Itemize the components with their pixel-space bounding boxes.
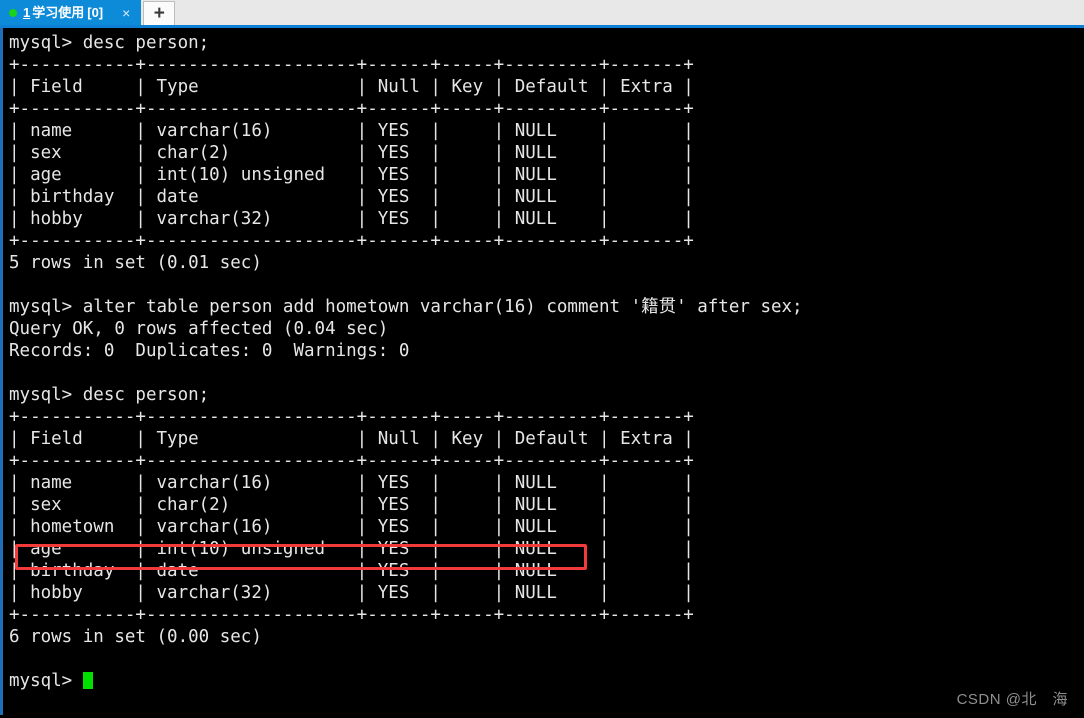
- new-tab-button[interactable]: +: [143, 1, 176, 25]
- terminal-line: +-----------+--------------------+------…: [9, 55, 694, 75]
- terminal-line: +-----------+--------------------+------…: [9, 407, 694, 427]
- tab-count-badge: [0]: [87, 5, 104, 20]
- watermark-label: CSDN @北 海: [956, 691, 1068, 708]
- terminal-line: mysql> desc person;: [9, 385, 210, 405]
- terminal-line: +-----------+--------------------+------…: [9, 605, 694, 625]
- terminal-line: +-----------+--------------------+------…: [9, 99, 694, 119]
- tab-session-1[interactable]: 1 学习使用 [0] ×: [0, 0, 142, 25]
- terminal-line: +-----------+--------------------+------…: [9, 451, 694, 471]
- close-icon[interactable]: ×: [117, 6, 135, 20]
- terminal-line: | name | varchar(16) | YES | | NULL | |: [9, 121, 694, 141]
- terminal-line: | Field | Type | Null | Key | Default | …: [9, 429, 694, 449]
- terminal-line: 6 rows in set (0.00 sec): [9, 627, 262, 647]
- terminal-line: | age | int(10) unsigned | YES | | NULL …: [9, 539, 694, 559]
- tab-title-label: 学习使用: [32, 5, 85, 20]
- terminal-line: mysql>: [6, 670, 1084, 692]
- terminal-line: | sex | char(2) | YES | | NULL | |: [9, 495, 694, 515]
- terminal-line: | hobby | varchar(32) | YES | | NULL | |: [9, 583, 694, 603]
- terminal-window: 1 学习使用 [0] × + mysql> desc person; +-----…: [0, 0, 1084, 718]
- terminal-line: mysql> desc person;: [9, 33, 210, 53]
- terminal-line: | birthday | date | YES | | NULL | |: [9, 187, 694, 207]
- terminal-line: +-----------+--------------------+------…: [9, 231, 694, 251]
- terminal-line: 5 rows in set (0.01 sec): [9, 253, 262, 273]
- terminal-line: | name | varchar(16) | YES | | NULL | |: [9, 473, 694, 493]
- terminal-line: | sex | char(2) | YES | | NULL | |: [9, 143, 694, 163]
- tab-bar-empty-area: [175, 0, 1084, 25]
- tab-bar: 1 学习使用 [0] × +: [0, 0, 1084, 28]
- terminal-line: Query OK, 0 rows affected (0.04 sec): [9, 319, 389, 339]
- terminal-pane[interactable]: mysql> desc person; +-----------+--------…: [0, 28, 1084, 715]
- terminal-line: Records: 0 Duplicates: 0 Warnings: 0: [9, 341, 410, 361]
- text-cursor: [82, 672, 93, 689]
- terminal-line: | hobby | varchar(32) | YES | | NULL | |: [9, 209, 694, 229]
- green-dot-icon: [9, 8, 17, 17]
- terminal-line: | birthday | date | YES | | NULL | |: [9, 561, 694, 581]
- terminal-line: | age | int(10) unsigned | YES | | NULL …: [9, 165, 694, 185]
- tab-index-label: 1: [23, 5, 31, 20]
- terminal-output: mysql> desc person; +-----------+--------…: [6, 32, 1084, 715]
- terminal-line: mysql> alter table person add hometown v…: [9, 297, 803, 317]
- terminal-line: | Field | Type | Null | Key | Default | …: [9, 77, 694, 97]
- terminal-line: | hometown | varchar(16) | YES | | NULL …: [9, 517, 694, 537]
